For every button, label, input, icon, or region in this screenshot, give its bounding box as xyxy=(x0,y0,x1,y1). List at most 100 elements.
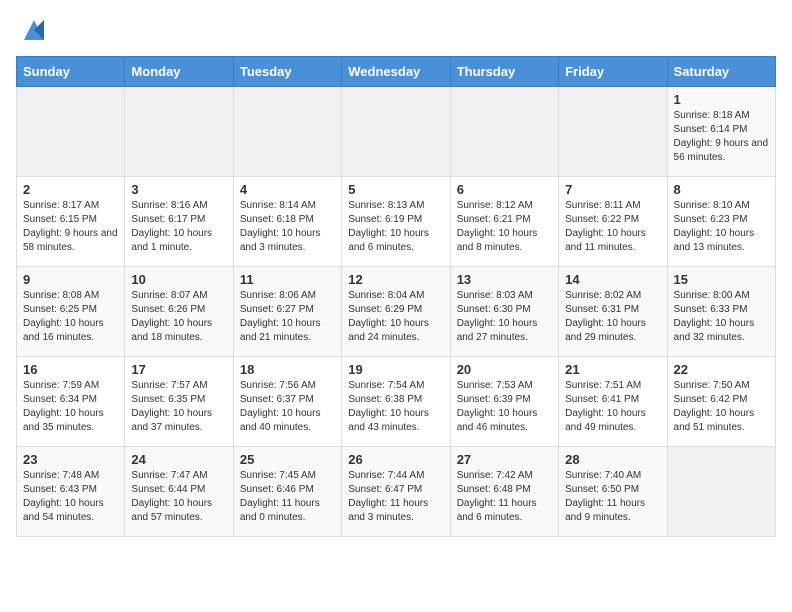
calendar-week-row: 1 Sunrise: 8:18 AM Sunset: 6:14 PM Daylig… xyxy=(17,87,776,177)
logo xyxy=(16,16,48,44)
calendar-cell: 20Sunrise: 7:53 AM Sunset: 6:39 PM Dayli… xyxy=(450,357,558,447)
calendar-header-row: SundayMondayTuesdayWednesdayThursdayFrid… xyxy=(17,57,776,87)
calendar-cell: 12Sunrise: 8:04 AM Sunset: 6:29 PM Dayli… xyxy=(342,267,450,357)
day-info: Sunrise: 7:59 AM Sunset: 6:34 PM Dayligh… xyxy=(23,379,118,435)
day-info: Sunrise: 7:45 AM Sunset: 6:46 PM Dayligh… xyxy=(240,469,335,525)
calendar-cell: 17 Sunrise: 7:57 AM Sunset: 6:35 PM Dayli… xyxy=(125,357,233,447)
calendar-cell: 10 Sunrise: 8:07 AM Sunset: 6:26 PM Dayli… xyxy=(125,267,233,357)
calendar-cell xyxy=(559,87,667,177)
calendar-week-row: 16 Sunrise: 7:59 AM Sunset: 6:34 PM Dayli… xyxy=(17,357,776,447)
calendar-cell: 9 Sunrise: 8:08 AM Sunset: 6:25 PM Daylig… xyxy=(17,267,125,357)
day-number: 10 xyxy=(131,272,226,287)
calendar-week-row: 9 Sunrise: 8:08 AM Sunset: 6:25 PM Daylig… xyxy=(17,267,776,357)
calendar-cell: 27 Sunrise: 7:42 AM Sunset: 6:48 PM Dayli… xyxy=(450,447,558,537)
day-number: 23 xyxy=(23,452,118,467)
calendar-cell: 5 Sunrise: 8:13 AM Sunset: 6:19 PM Daylig… xyxy=(342,177,450,267)
calendar-week-row: 23 Sunrise: 7:48 AM Sunset: 6:43 PM Dayli… xyxy=(17,447,776,537)
day-info: Sunrise: 8:17 AM Sunset: 6:15 PM Dayligh… xyxy=(23,199,118,255)
day-info: Sunrise: 7:56 AM Sunset: 6:37 PM Dayligh… xyxy=(240,379,335,435)
calendar-cell: 15 Sunrise: 8:00 AM Sunset: 6:33 PM Dayli… xyxy=(667,267,775,357)
calendar-cell xyxy=(125,87,233,177)
day-number: 25 xyxy=(240,452,335,467)
day-of-week-header: Wednesday xyxy=(342,57,450,87)
calendar-cell xyxy=(450,87,558,177)
day-info: Sunrise: 7:50 AM Sunset: 6:42 PM Dayligh… xyxy=(674,379,769,435)
calendar-cell: 23 Sunrise: 7:48 AM Sunset: 6:43 PM Dayli… xyxy=(17,447,125,537)
day-info: Sunrise: 7:47 AM Sunset: 6:44 PM Dayligh… xyxy=(131,469,226,525)
calendar-cell: 4 Sunrise: 8:14 AM Sunset: 6:18 PM Daylig… xyxy=(233,177,341,267)
day-info: Sunrise: 8:00 AM Sunset: 6:33 PM Dayligh… xyxy=(674,289,769,345)
day-number: 17 xyxy=(131,362,226,377)
day-number: 12 xyxy=(348,272,443,287)
calendar-cell: 25 Sunrise: 7:45 AM Sunset: 6:46 PM Dayli… xyxy=(233,447,341,537)
day-number: 27 xyxy=(457,452,552,467)
day-info: Sunrise: 8:14 AM Sunset: 6:18 PM Dayligh… xyxy=(240,199,335,255)
day-info: Sunrise: 7:51 AM Sunset: 6:41 PM Dayligh… xyxy=(565,379,660,435)
day-of-week-header: Saturday xyxy=(667,57,775,87)
day-info: Sunrise: 8:07 AM Sunset: 6:26 PM Dayligh… xyxy=(131,289,226,345)
calendar-cell xyxy=(342,87,450,177)
day-number: 20 xyxy=(457,362,552,377)
day-info: Sunrise: 8:08 AM Sunset: 6:25 PM Dayligh… xyxy=(23,289,118,345)
calendar-cell: 19 Sunrise: 7:54 AM Sunset: 6:38 PM Dayli… xyxy=(342,357,450,447)
day-number: 24 xyxy=(131,452,226,467)
day-info: Sunrise: 7:57 AM Sunset: 6:35 PM Dayligh… xyxy=(131,379,226,435)
day-info: Sunrise: 7:42 AM Sunset: 6:48 PM Dayligh… xyxy=(457,469,552,525)
day-info: Sunrise: 7:44 AM Sunset: 6:47 PM Dayligh… xyxy=(348,469,443,525)
day-info: Sunrise: 7:48 AM Sunset: 6:43 PM Dayligh… xyxy=(23,469,118,525)
day-number: 7 xyxy=(565,182,660,197)
logo-icon xyxy=(20,16,48,44)
calendar-cell: 14Sunrise: 8:02 AM Sunset: 6:31 PM Dayli… xyxy=(559,267,667,357)
day-number: 3 xyxy=(131,182,226,197)
calendar-cell xyxy=(667,447,775,537)
day-number: 13 xyxy=(457,272,552,287)
day-info: Sunrise: 8:16 AM Sunset: 6:17 PM Dayligh… xyxy=(131,199,226,255)
day-info: Sunrise: 8:11 AM Sunset: 6:22 PM Dayligh… xyxy=(565,199,660,255)
calendar-cell: 22 Sunrise: 7:50 AM Sunset: 6:42 PM Dayli… xyxy=(667,357,775,447)
day-number: 1 xyxy=(674,92,769,107)
day-number: 4 xyxy=(240,182,335,197)
calendar-cell xyxy=(233,87,341,177)
day-number: 5 xyxy=(348,182,443,197)
calendar-cell: 13 Sunrise: 8:03 AM Sunset: 6:30 PM Dayli… xyxy=(450,267,558,357)
day-of-week-header: Tuesday xyxy=(233,57,341,87)
calendar-cell: 11 Sunrise: 8:06 AM Sunset: 6:27 PM Dayli… xyxy=(233,267,341,357)
day-number: 15 xyxy=(674,272,769,287)
calendar-cell: 6 Sunrise: 8:12 AM Sunset: 6:21 PM Daylig… xyxy=(450,177,558,267)
calendar-table: SundayMondayTuesdayWednesdayThursdayFrid… xyxy=(16,56,776,537)
day-number: 11 xyxy=(240,272,335,287)
day-number: 26 xyxy=(348,452,443,467)
day-number: 28 xyxy=(565,452,660,467)
day-info: Sunrise: 8:10 AM Sunset: 6:23 PM Dayligh… xyxy=(674,199,769,255)
day-info: Sunrise: 7:40 AM Sunset: 6:50 PM Dayligh… xyxy=(565,469,660,525)
day-info: Sunrise: 8:13 AM Sunset: 6:19 PM Dayligh… xyxy=(348,199,443,255)
calendar-cell: 18Sunrise: 7:56 AM Sunset: 6:37 PM Dayli… xyxy=(233,357,341,447)
day-info: Sunrise: 8:12 AM Sunset: 6:21 PM Dayligh… xyxy=(457,199,552,255)
day-number: 19 xyxy=(348,362,443,377)
calendar-cell: 21 Sunrise: 7:51 AM Sunset: 6:41 PM Dayli… xyxy=(559,357,667,447)
calendar-cell: 2 Sunrise: 8:17 AM Sunset: 6:15 PM Daylig… xyxy=(17,177,125,267)
day-info: Sunrise: 7:54 AM Sunset: 6:38 PM Dayligh… xyxy=(348,379,443,435)
day-info: Sunrise: 8:18 AM Sunset: 6:14 PM Dayligh… xyxy=(674,109,769,165)
day-number: 8 xyxy=(674,182,769,197)
calendar-cell xyxy=(17,87,125,177)
calendar-cell: 7 Sunrise: 8:11 AM Sunset: 6:22 PM Daylig… xyxy=(559,177,667,267)
calendar-cell: 1 Sunrise: 8:18 AM Sunset: 6:14 PM Daylig… xyxy=(667,87,775,177)
day-number: 6 xyxy=(457,182,552,197)
calendar-cell: 8 Sunrise: 8:10 AM Sunset: 6:23 PM Daylig… xyxy=(667,177,775,267)
day-of-week-header: Monday xyxy=(125,57,233,87)
day-of-week-header: Thursday xyxy=(450,57,558,87)
day-number: 21 xyxy=(565,362,660,377)
day-number: 22 xyxy=(674,362,769,377)
calendar-week-row: 2 Sunrise: 8:17 AM Sunset: 6:15 PM Daylig… xyxy=(17,177,776,267)
day-info: Sunrise: 8:06 AM Sunset: 6:27 PM Dayligh… xyxy=(240,289,335,345)
calendar-cell: 24 Sunrise: 7:47 AM Sunset: 6:44 PM Dayli… xyxy=(125,447,233,537)
day-of-week-header: Friday xyxy=(559,57,667,87)
day-number: 2 xyxy=(23,182,118,197)
calendar-cell: 3 Sunrise: 8:16 AM Sunset: 6:17 PM Daylig… xyxy=(125,177,233,267)
day-number: 9 xyxy=(23,272,118,287)
day-number: 16 xyxy=(23,362,118,377)
calendar-cell: 28 Sunrise: 7:40 AM Sunset: 6:50 PM Dayli… xyxy=(559,447,667,537)
day-info: Sunrise: 8:02 AM Sunset: 6:31 PM Dayligh… xyxy=(565,289,660,345)
day-info: Sunrise: 8:03 AM Sunset: 6:30 PM Dayligh… xyxy=(457,289,552,345)
